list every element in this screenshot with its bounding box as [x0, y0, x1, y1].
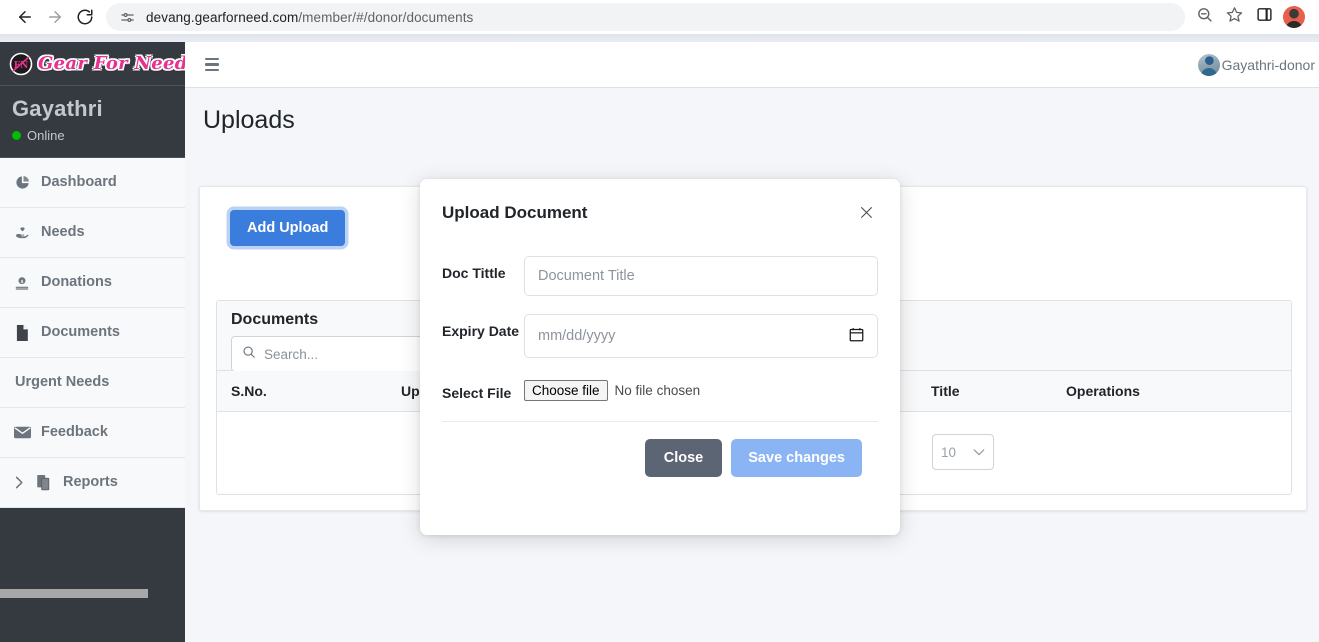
hamburger-line — [205, 57, 219, 61]
hamburger-line — [205, 68, 219, 72]
page-length-value: 10 — [941, 444, 957, 460]
envelope-icon — [12, 426, 32, 439]
svg-text:$: $ — [21, 279, 24, 284]
modal-title: Upload Document — [442, 203, 588, 222]
url-path: /member/#/donor/documents — [298, 9, 474, 25]
forward-button[interactable] — [40, 2, 70, 32]
sidebar-item-reports[interactable]: Reports — [0, 458, 185, 508]
column-header-operations[interactable]: Operations — [1052, 383, 1252, 399]
site-settings-icon[interactable] — [116, 6, 138, 28]
zoom-out-button[interactable] — [1189, 2, 1219, 32]
search-input[interactable]: Search... — [231, 336, 427, 372]
search-placeholder: Search... — [264, 346, 319, 362]
sidebar-user-name: Gayathri — [12, 96, 103, 121]
url-text: devang.gearforneed.com/member/#/donor/do… — [146, 10, 473, 25]
sidebar-item-label: Needs — [41, 224, 85, 241]
page-title: Uploads — [203, 106, 295, 134]
close-x-icon[interactable] — [857, 203, 876, 224]
file-icon — [12, 324, 32, 341]
profile-button[interactable] — [1279, 2, 1309, 32]
sidebar-item-label: Donations — [41, 274, 112, 291]
expiry-date-field-row: Expiry Date mm/dd/yyyy — [442, 314, 878, 358]
back-arrow-icon — [16, 8, 34, 26]
browser-chrome-divider — [0, 34, 1319, 42]
side-panel-icon — [1256, 6, 1273, 28]
brand-header[interactable]: FN Gear For Need — [0, 42, 185, 86]
sidebar-item-label: Documents — [41, 324, 120, 341]
upload-document-modal: Upload Document Doc Tittle Document Titl… — [420, 179, 900, 535]
star-icon — [1226, 6, 1243, 28]
online-status-dot — [12, 131, 21, 140]
sidebar-item-feedback[interactable]: Feedback — [0, 408, 185, 458]
column-header-sno[interactable]: S.No. — [217, 383, 387, 399]
page-length-select[interactable]: 10 — [932, 434, 994, 470]
copy-files-icon — [34, 474, 54, 491]
app-viewport: FN Gear For Need Gayathri Online Dashboa… — [0, 42, 1319, 642]
save-changes-button[interactable]: Save changes — [731, 438, 862, 477]
gear-for-need-logo: FN — [6, 51, 36, 77]
bookmark-button[interactable] — [1219, 2, 1249, 32]
top-navbar: Gayathri-donor — [185, 42, 1319, 88]
sidebar-nav: Dashboard Needs $ Donations Documents Ur… — [0, 158, 185, 508]
brand-title: Gear For Need — [38, 53, 185, 74]
sidebar-item-donations[interactable]: $ Donations — [0, 258, 185, 308]
user-avatar-icon — [1197, 53, 1220, 76]
calendar-icon[interactable] — [849, 327, 864, 346]
sidebar-horizontal-scrollbar[interactable] — [0, 582, 185, 642]
choose-file-button[interactable]: Choose file — [524, 380, 608, 401]
sidebar-user-status: Online — [12, 128, 173, 143]
sidebar-item-urgent-needs[interactable]: Urgent Needs — [0, 358, 185, 408]
side-panel-button[interactable] — [1249, 2, 1279, 32]
search-icon — [242, 345, 256, 364]
file-status-text: No file chosen — [614, 383, 701, 398]
modal-close-button[interactable]: Close — [644, 438, 723, 477]
zoom-out-icon — [1196, 6, 1213, 28]
column-header-title[interactable]: Title — [917, 383, 1052, 399]
sidebar-item-label: Feedback — [41, 424, 108, 441]
hamburger-menu-icon[interactable] — [203, 52, 221, 77]
profile-avatar-icon — [1283, 6, 1305, 28]
sidebar-item-label: Dashboard — [41, 174, 117, 191]
modal-body: Doc Tittle Document Title Expiry Date mm… — [420, 224, 900, 403]
chevron-down-icon — [973, 445, 985, 460]
online-status-label: Online — [27, 128, 65, 143]
doc-title-input[interactable]: Document Title — [524, 256, 878, 296]
sidebar-item-documents[interactable]: Documents — [0, 308, 185, 358]
toolbar-actions — [1189, 2, 1309, 32]
reload-icon — [76, 8, 94, 26]
expiry-date-placeholder: mm/dd/yyyy — [538, 328, 616, 344]
hamburger-line — [205, 63, 219, 66]
browser-toolbar: devang.gearforneed.com/member/#/donor/do… — [0, 0, 1319, 34]
expiry-date-input[interactable]: mm/dd/yyyy — [524, 314, 878, 358]
add-upload-button[interactable]: Add Upload — [230, 210, 346, 246]
select-file-field-row: Select File Choose file No file chosen — [442, 376, 878, 403]
sidebar: FN Gear For Need Gayathri Online Dashboa… — [0, 42, 185, 642]
reload-button[interactable] — [70, 2, 100, 32]
sidebar-item-label: Urgent Needs — [15, 374, 110, 391]
sidebar-user-panel: Gayathri Online — [0, 86, 185, 158]
modal-footer: Close Save changes — [420, 422, 900, 477]
sidebar-item-dashboard[interactable]: Dashboard — [0, 158, 185, 208]
file-input[interactable]: Choose file No file chosen — [524, 376, 700, 401]
navbar-user-menu[interactable]: Gayathri-donor — [1197, 53, 1315, 76]
doc-title-placeholder: Document Title — [538, 268, 635, 284]
forward-arrow-icon — [46, 8, 64, 26]
pie-chart-icon — [12, 175, 32, 190]
select-file-label: Select File — [442, 385, 512, 401]
expiry-date-label: Expiry Date — [442, 323, 520, 339]
donation-icon: $ — [12, 275, 32, 291]
doc-title-field-row: Doc Tittle Document Title — [442, 256, 878, 296]
chevron-right-icon — [12, 476, 26, 489]
url-host: devang.gearforneed.com — [146, 9, 299, 25]
sidebar-item-label: Reports — [63, 474, 118, 491]
back-button[interactable] — [10, 2, 40, 32]
navbar-user-label: Gayathri-donor — [1221, 56, 1315, 73]
sidebar-item-needs[interactable]: Needs — [0, 208, 185, 258]
sidebar-scrollbar-thumb[interactable] — [0, 589, 148, 598]
hand-heart-icon — [12, 225, 32, 241]
address-bar[interactable]: devang.gearforneed.com/member/#/donor/do… — [106, 3, 1185, 31]
doc-title-label: Doc Tittle — [442, 265, 506, 281]
modal-header: Upload Document — [420, 179, 900, 224]
